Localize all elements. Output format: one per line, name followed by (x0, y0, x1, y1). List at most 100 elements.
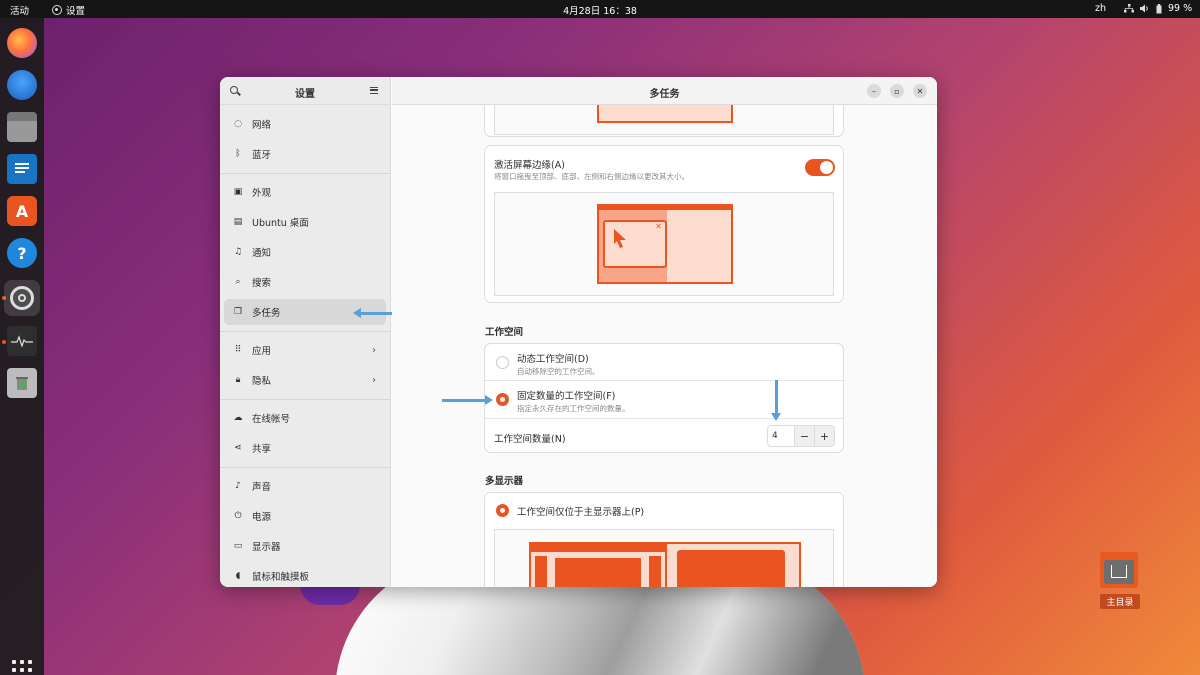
hot-corner-preview (494, 105, 834, 135)
sidebar-item-online-accounts[interactable]: ☁ 在线帐号 (224, 405, 386, 431)
sidebar-header: 设置 (220, 77, 390, 105)
running-indicator (2, 340, 6, 344)
sidebar-item-mouse-touchpad[interactable]: ◖ 鼠标和触摸板 (224, 563, 386, 587)
maximize-button[interactable]: ▫ (890, 84, 904, 98)
workspace-count-stepper[interactable]: 4 − + (767, 425, 835, 447)
minimize-button[interactable]: – (867, 84, 881, 98)
sidebar-item-label: 应用 (252, 346, 272, 357)
search-icon: ⌕ (235, 277, 241, 287)
workspace-count-value[interactable]: 4 (768, 426, 794, 446)
settings-icon (10, 286, 34, 310)
primary-display-only-label: 工作空间仅位于主显示器上(P) (517, 507, 645, 518)
display-icon: ▭ (233, 541, 243, 551)
divider (220, 173, 390, 174)
network-icon: ◌ (234, 119, 242, 129)
lock-icon: 🔒︎ (235, 375, 241, 385)
battery-percent: 99 % (1168, 3, 1193, 14)
clock[interactable]: 4月28日 16：38 (0, 3, 1200, 17)
chevron-right-icon: › (372, 374, 376, 386)
sidebar-item-label: 网络 (252, 120, 272, 131)
appearance-icon: ▣ (233, 187, 243, 197)
workspaces-section-title: 工作空间 (485, 327, 524, 338)
input-language[interactable]: zh (1095, 3, 1106, 14)
multi-monitor-section-title: 多显示器 (485, 476, 524, 487)
annotation-arrow (442, 395, 493, 405)
sidebar-item-privacy[interactable]: 🔒︎ 隐私 › (224, 367, 386, 393)
chevron-right-icon: › (372, 344, 376, 356)
workspaces-card: 动态工作空间(D) 自动移除空的工作空间。 固定数量的工作空间(F) 指定永久存… (484, 343, 844, 453)
hot-corner-card (484, 105, 844, 137)
sidebar-item-sharing[interactable]: ⋖ 共享 (224, 435, 386, 461)
fixed-workspaces-label: 固定数量的工作空间(F) (517, 391, 616, 402)
sidebar-item-ubuntu-desktop[interactable]: ▤ Ubuntu 桌面 (224, 209, 386, 235)
edge-tiling-toggle[interactable] (805, 159, 835, 176)
settings-dock-icon[interactable] (4, 280, 40, 316)
apps-icon: ⠿ (234, 345, 242, 355)
edge-tiling-label: 激活屏幕边缘(A) (494, 160, 565, 171)
bluetooth-icon: ᛒ (235, 149, 241, 159)
multi-monitor-preview (494, 529, 834, 587)
main-header: 多任务 – ▫ ✕ (392, 77, 937, 105)
home-folder-label: 主目录 (1100, 594, 1140, 609)
system-tray[interactable]: 99 % (1124, 3, 1192, 14)
sidebar-item-search[interactable]: ⌕ 搜索 (224, 269, 386, 295)
sidebar-item-label: 显示器 (252, 542, 281, 553)
sidebar-item-network[interactable]: ◌ 网络 (224, 111, 386, 137)
power-icon: ⏻ (234, 511, 242, 521)
main-panel: 多任务 – ▫ ✕ 激活屏幕边缘(A) 将窗口拖曳至顶部、底部、左侧和右侧边缘以… (392, 77, 937, 587)
sidebar-item-label: 外观 (252, 188, 272, 199)
bell-icon: ♫ (233, 247, 243, 257)
top-bar: 活动 设置 4月28日 16：38 zh 99 % (0, 0, 1200, 18)
decrement-button[interactable]: − (794, 426, 814, 446)
divider (220, 331, 390, 332)
firefox-icon[interactable] (7, 28, 37, 58)
edge-tiling-preview: ✕ (494, 192, 834, 296)
app-center-icon[interactable]: A (7, 196, 37, 226)
sidebar-item-power[interactable]: ⏻ 电源 (224, 503, 386, 529)
sidebar-item-label: 搜索 (252, 278, 272, 289)
ubuntu-desktop-icon: ▤ (233, 217, 243, 227)
increment-button[interactable]: + (814, 426, 834, 446)
sidebar-item-displays[interactable]: ▭ 显示器 (224, 533, 386, 559)
sidebar-item-label: 蓝牙 (252, 150, 272, 161)
sidebar-item-sound[interactable]: ♪ 声音 (224, 473, 386, 499)
home-folder[interactable]: 主目录 (1100, 552, 1140, 609)
cloud-icon: ☁ (233, 413, 243, 423)
annotation-arrow (353, 308, 392, 318)
annotation-arrow (771, 380, 781, 421)
settings-window: 设置 ◌ 网络 ᛒ 蓝牙 ▣ 外观 ▤ Ubuntu 桌面 ♫ 通知 ⌕ 搜索 (220, 77, 937, 587)
mouse-icon: ◖ (235, 571, 241, 581)
primary-display-only-radio[interactable] (496, 504, 509, 517)
show-apps-icon[interactable] (12, 660, 32, 675)
sidebar-item-notifications[interactable]: ♫ 通知 (224, 239, 386, 265)
divider (220, 399, 390, 400)
dock: A ? (0, 18, 44, 675)
sidebar-item-label: 声音 (252, 482, 272, 493)
hamburger-menu-icon[interactable] (370, 87, 378, 94)
battery-icon (1156, 3, 1162, 13)
files-icon[interactable] (7, 112, 37, 142)
network-wired-icon (1124, 4, 1134, 13)
edge-tiling-description: 将窗口拖曳至顶部、底部、左侧和右侧边缘以更改其大小。 (494, 172, 689, 181)
fixed-workspaces-description: 指定永久存在的工作空间的数量。 (517, 404, 630, 413)
page-title: 多任务 (649, 89, 680, 100)
system-monitor-icon[interactable] (7, 326, 37, 356)
sidebar: 设置 ◌ 网络 ᛒ 蓝牙 ▣ 外观 ▤ Ubuntu 桌面 ♫ 通知 ⌕ 搜索 (220, 77, 391, 587)
close-button[interactable]: ✕ (913, 84, 927, 98)
sidebar-item-apps[interactable]: ⠿ 应用 › (224, 337, 386, 363)
trash-icon[interactable] (7, 368, 37, 398)
thunderbird-icon[interactable] (7, 70, 37, 100)
workspace-count-label: 工作空间数量(N) (494, 434, 566, 445)
sidebar-item-bluetooth[interactable]: ᛒ 蓝牙 (224, 141, 386, 167)
sidebar-item-label: 多任务 (252, 308, 281, 319)
fixed-workspaces-radio[interactable] (496, 393, 509, 406)
multi-monitor-card: 工作空间仅位于主显示器上(P) (484, 492, 844, 587)
divider (485, 380, 843, 381)
edge-tiling-card: 激活屏幕边缘(A) 将窗口拖曳至顶部、底部、左侧和右侧边缘以更改其大小。 ✕ (484, 145, 844, 303)
multitasking-icon: ❐ (233, 307, 243, 317)
help-icon[interactable]: ? (7, 238, 37, 268)
writer-icon[interactable] (7, 154, 37, 184)
sidebar-item-appearance[interactable]: ▣ 外观 (224, 179, 386, 205)
dynamic-workspaces-radio[interactable] (496, 356, 509, 369)
sidebar-item-label: 隐私 (252, 376, 272, 387)
